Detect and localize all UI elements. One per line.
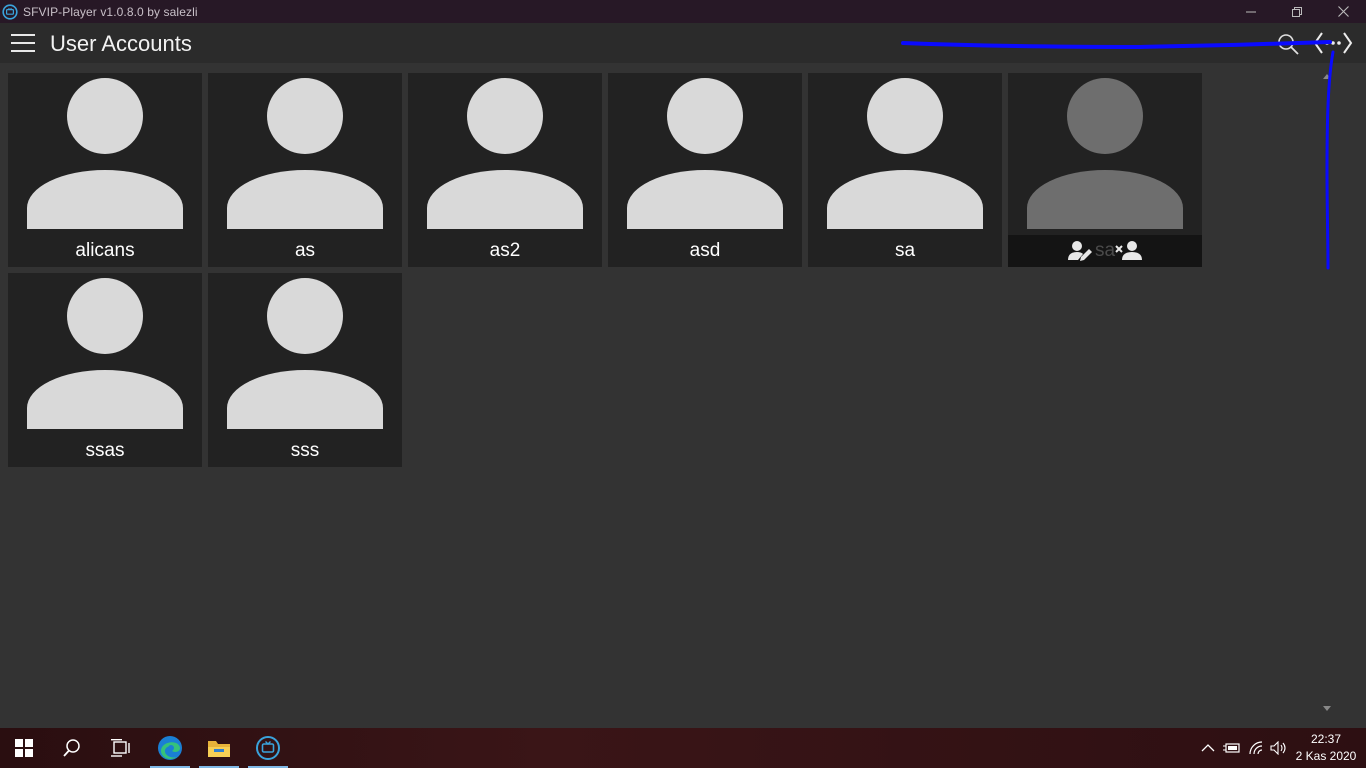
accounts-grid: alicans as as2 asd sa sa ssas sss [0,63,1366,728]
account-name: asd [689,240,721,261]
page-title: User Accounts [50,31,192,56]
restore-icon [1292,6,1302,17]
window-titlebar: SFVIP-Player v1.0.8.0 by salezli [0,0,1366,23]
scroll-up-arrow-icon[interactable] [1320,73,1334,85]
search-button[interactable] [1275,31,1301,57]
account-tile[interactable]: ssas [8,273,202,467]
user-avatar-icon [227,278,383,429]
edit-account-button[interactable] [1068,240,1094,262]
volume-tray-button[interactable] [1270,740,1288,756]
clock-date: 2 Kas 2020 [1295,749,1357,763]
vertical-scrollbar[interactable] [1320,73,1334,718]
account-name: sss [290,440,320,461]
edit-user-icon [1068,241,1092,261]
sfvip-player-taskbar-button[interactable] [244,728,292,768]
scroll-down-arrow-icon[interactable] [1320,706,1334,718]
taskbar-search-button[interactable] [48,728,96,768]
user-avatar-icon [827,78,983,229]
sfvip-player-icon [256,736,280,760]
account-tile[interactable]: as [208,73,402,267]
hamburger-menu-icon [11,34,35,52]
account-tile-hovered[interactable]: sa [1008,73,1202,267]
file-explorer-icon [208,741,230,757]
network-tray-button[interactable] [1248,740,1266,756]
speaker-volume-icon [1270,741,1286,755]
account-actions [1008,235,1202,267]
account-tile[interactable]: sss [208,273,402,467]
account-name: sa [894,240,916,261]
account-tile[interactable]: sa [808,73,1002,267]
task-view-button[interactable] [96,728,144,768]
user-avatar-icon [27,278,183,429]
edge-browser-icon [158,736,182,760]
account-tile[interactable]: as2 [408,73,602,267]
edge-taskbar-button[interactable] [146,728,194,768]
user-avatar-icon [427,78,583,229]
taskbar-clock[interactable]: 22:37 2 Kas 2020 [1295,731,1357,765]
battery-tray-button[interactable] [1223,740,1241,756]
more-options-button[interactable] [1313,29,1353,57]
remove-user-icon [1115,241,1142,260]
task-view-icon [111,739,130,757]
windows-start-icon [15,739,33,757]
user-avatar-icon [627,78,783,229]
search-icon [63,739,80,757]
clock-time: 22:37 [1310,732,1342,746]
app-header: User Accounts [0,23,1366,63]
start-button[interactable] [0,728,48,768]
hamburger-menu-button[interactable] [8,30,38,56]
show-hidden-icons-button[interactable] [1199,740,1217,756]
search-icon [1278,34,1299,55]
minimize-icon [1246,11,1256,12]
remove-account-button[interactable] [1114,240,1142,262]
account-name: as2 [489,240,521,261]
windows-taskbar: 22:37 2 Kas 2020 [0,728,1366,768]
user-avatar-icon [27,78,183,229]
chevron-up-icon [1201,744,1215,752]
window-title: SFVIP-Player v1.0.8.0 by salezli [23,4,198,19]
close-button[interactable] [1320,0,1366,23]
app-logo-icon [2,3,18,20]
file-explorer-taskbar-button[interactable] [195,728,243,768]
more-ellipsis-icon [1313,32,1353,54]
close-icon [1337,6,1349,17]
user-avatar-icon [227,78,383,229]
minimize-button[interactable] [1228,0,1274,23]
account-name: alicans [75,240,135,261]
restore-button[interactable] [1274,0,1320,23]
account-tile[interactable]: asd [608,73,802,267]
account-name: as [294,240,316,261]
wifi-icon [1249,741,1263,755]
battery-plugged-icon [1223,743,1240,753]
user-avatar-icon [1027,78,1183,229]
account-name: ssas [85,440,125,461]
account-tile[interactable]: alicans [8,73,202,267]
